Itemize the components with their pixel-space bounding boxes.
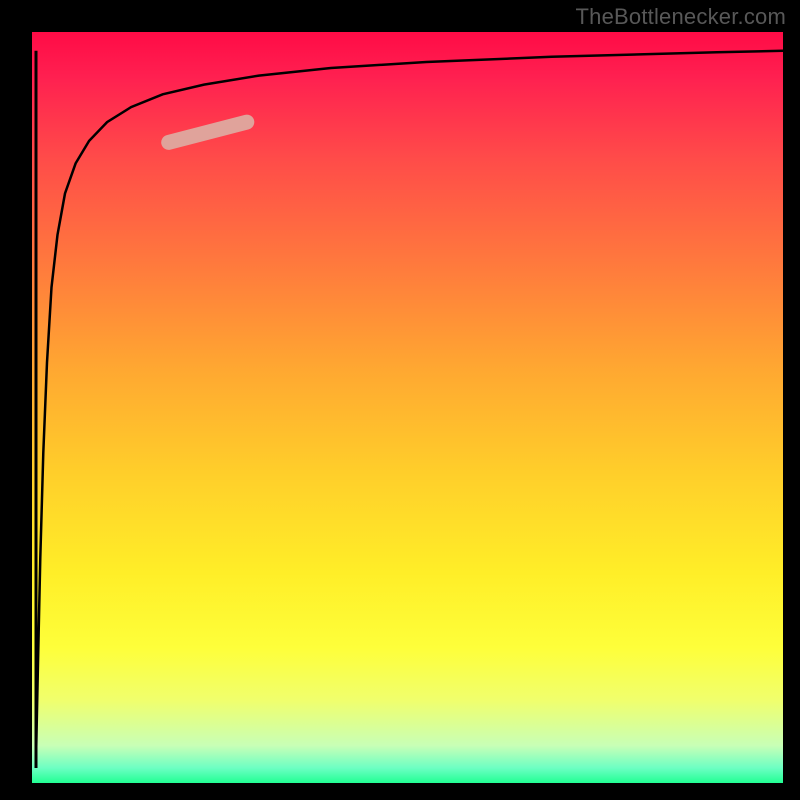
curve-line <box>36 51 783 768</box>
chart-frame: TheBottlenecker.com <box>0 0 800 800</box>
highlight-segment <box>169 122 247 142</box>
watermark-text: TheBottlenecker.com <box>576 4 786 30</box>
chart-svg <box>32 32 783 783</box>
